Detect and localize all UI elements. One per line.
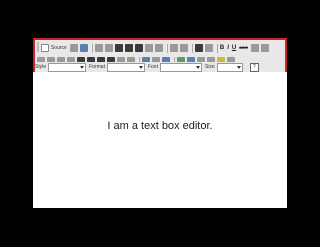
strikethrough-button[interactable]: ABC <box>239 44 248 52</box>
source-icon[interactable] <box>41 44 49 52</box>
italic-button[interactable]: I <box>227 44 229 52</box>
toolbar-separator <box>216 43 218 53</box>
size-combo[interactable]: Size <box>204 62 243 72</box>
underline-button[interactable]: U <box>232 44 236 52</box>
font-dropdown[interactable] <box>159 62 202 72</box>
size-dropdown[interactable] <box>216 62 243 72</box>
style-combo[interactable]: Style <box>35 62 87 72</box>
editor-content-area[interactable]: I am a text box editor. <box>33 72 287 208</box>
font-combo[interactable]: Font <box>147 62 202 72</box>
toolbar-separator <box>91 43 93 53</box>
redo-icon[interactable] <box>179 44 188 52</box>
toolbar-row-1: Source B I U ABC <box>37 42 271 54</box>
new-page-icon[interactable] <box>69 44 78 52</box>
toolbar-grip <box>37 42 39 52</box>
font-label: Font <box>147 64 158 70</box>
bold-button[interactable]: B <box>220 44 224 52</box>
style-label: Style <box>35 64 47 70</box>
help-button[interactable]: ? <box>249 62 259 72</box>
spellcheck-icon[interactable] <box>154 44 163 52</box>
print-icon[interactable] <box>144 44 153 52</box>
size-label: Size <box>204 64 215 70</box>
toolbar-separator <box>191 43 193 53</box>
subscript-icon[interactable] <box>250 44 259 52</box>
paste-word-icon[interactable] <box>134 44 143 52</box>
style-dropdown[interactable] <box>48 62 87 72</box>
copy-icon[interactable] <box>104 44 113 52</box>
toolbar-combos-row: Style Format Font Size ? <box>35 62 285 72</box>
toolbar-separator <box>166 43 168 53</box>
format-dropdown[interactable] <box>106 62 145 72</box>
superscript-icon[interactable] <box>260 44 269 52</box>
editor-content-text[interactable]: I am a text box editor. <box>33 120 287 132</box>
format-label: Format <box>89 64 105 70</box>
source-button[interactable]: Source <box>51 45 67 51</box>
undo-icon[interactable] <box>169 44 178 52</box>
paste-text-icon[interactable] <box>124 44 133 52</box>
cut-icon[interactable] <box>94 44 103 52</box>
replace-icon[interactable] <box>204 44 213 52</box>
text-editor: Source B I U ABC Style Format Font Size … <box>33 38 287 208</box>
format-combo[interactable]: Format <box>89 62 145 72</box>
find-icon[interactable] <box>194 44 203 52</box>
preview-icon[interactable] <box>79 44 88 52</box>
paste-icon[interactable] <box>114 44 123 52</box>
